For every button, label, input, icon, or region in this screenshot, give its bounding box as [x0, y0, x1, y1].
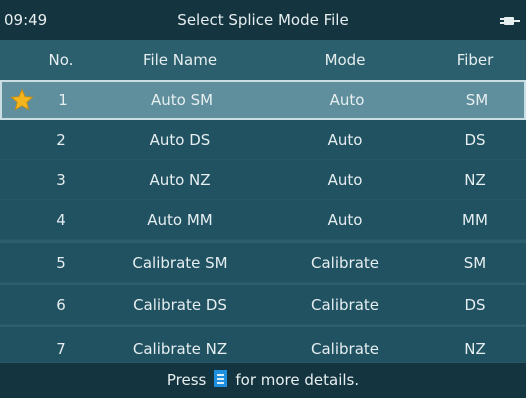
cell-fiber: SM [463, 254, 487, 272]
table-row[interactable]: 2 Auto DS Auto DS [0, 120, 526, 160]
table-row-selected[interactable]: 1 Auto SM Auto SM [0, 80, 526, 120]
footer-text-before: Press [166, 371, 207, 389]
cell-fiber: NZ [464, 340, 486, 358]
table-row[interactable]: 3 Auto NZ Auto NZ [0, 160, 526, 200]
screen-title: Select Splice Mode File [177, 11, 349, 29]
cell-file-name: Auto DS [149, 131, 211, 149]
cell-fiber: DS [464, 296, 486, 314]
title-bar: 09:49 Select Splice Mode File [0, 0, 526, 40]
cell-mode: Auto [329, 91, 365, 109]
cell-no: 6 [56, 296, 66, 314]
document-icon [214, 370, 228, 387]
column-header-file-name: File Name [142, 51, 218, 69]
cell-fiber: DS [464, 131, 486, 149]
star-icon [10, 88, 34, 111]
cell-file-name: Calibrate NZ [132, 340, 228, 358]
cell-mode: Auto [327, 131, 363, 149]
table-row[interactable]: 7 Calibrate NZ Calibrate NZ [0, 327, 526, 363]
cell-fiber: MM [462, 211, 488, 229]
cell-file-name: Calibrate SM [132, 254, 228, 272]
table-header: No. File Name Mode Fiber [0, 40, 526, 80]
plug-icon [500, 17, 520, 25]
column-header-no: No. [48, 51, 74, 69]
footer-hint-text: Press for more details. [0, 363, 526, 398]
cell-no: 7 [56, 340, 66, 358]
cell-mode: Auto [327, 171, 363, 189]
cell-mode: Calibrate [311, 254, 379, 272]
cell-no: 4 [56, 211, 66, 229]
cell-file-name: Auto SM [150, 91, 214, 109]
column-header-mode: Mode [324, 51, 366, 69]
table-row[interactable]: 5 Calibrate SM Calibrate SM [0, 243, 526, 283]
footer-text-after: for more details. [235, 371, 360, 389]
cell-no: 1 [58, 91, 68, 109]
cell-no: 5 [56, 254, 66, 272]
table-row[interactable]: 4 Auto MM Auto MM [0, 200, 526, 240]
table-row[interactable]: 6 Calibrate DS Calibrate DS [0, 285, 526, 325]
cell-file-name: Auto NZ [149, 171, 211, 189]
cell-file-name: Auto MM [147, 211, 213, 229]
cell-fiber: SM [465, 91, 489, 109]
splice-mode-screen: 09:49 Select Splice Mode File No. File N… [0, 0, 526, 398]
column-header-fiber: Fiber [456, 51, 494, 69]
cell-file-name: Calibrate DS [133, 296, 227, 314]
cell-mode: Calibrate [311, 296, 379, 314]
cell-fiber: NZ [464, 171, 486, 189]
cell-mode: Auto [327, 211, 363, 229]
footer-hint: Press for more details. [0, 363, 526, 398]
cell-no: 3 [56, 171, 66, 189]
cell-no: 2 [56, 131, 66, 149]
cell-mode: Calibrate [311, 340, 379, 358]
